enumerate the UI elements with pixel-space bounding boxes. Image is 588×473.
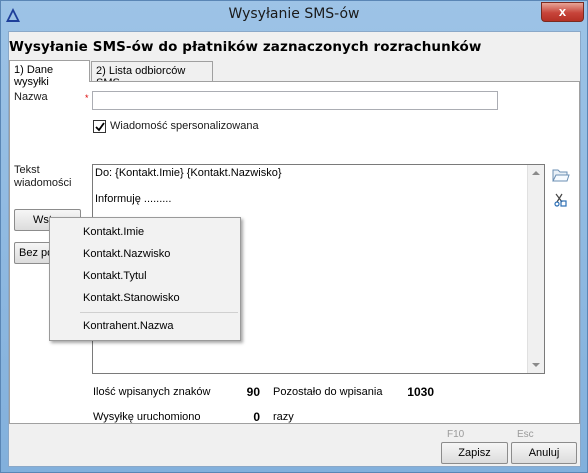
- vertical-scrollbar[interactable]: [527, 165, 544, 373]
- chars-count-label: Ilość wpisanych znaków: [93, 386, 211, 398]
- personalized-checkbox[interactable]: [93, 120, 106, 133]
- checkmark-icon: [95, 122, 105, 132]
- save-hotkey: F10: [447, 429, 465, 440]
- message-line: Informuję .........: [95, 193, 172, 205]
- name-label: Nazwa: [14, 91, 48, 103]
- message-label: Tekst wiadomości: [14, 164, 72, 189]
- tab-lista-odbiorcow[interactable]: 2) Lista odbiorców SMS: [91, 61, 213, 89]
- required-marker: *: [85, 93, 89, 103]
- sent-suffix: razy: [273, 411, 294, 423]
- remaining-value: 1030: [407, 385, 434, 399]
- page-title: Wysyłanie SMS-ów do płatników zaznaczony…: [9, 39, 482, 55]
- name-input[interactable]: [92, 91, 498, 110]
- insert-field-menu: Kontakt.Imie Kontakt.Nazwisko Kontakt.Ty…: [49, 217, 241, 341]
- menu-item-kontakt-stanowisko[interactable]: Kontakt.Stanowisko: [50, 287, 240, 309]
- cancel-hotkey: Esc: [517, 429, 534, 440]
- sent-count-label: Wysyłkę uruchomiono: [93, 411, 201, 423]
- remaining-label: Pozostało do wpisania: [273, 386, 383, 398]
- sent-count-value: 0: [253, 410, 260, 424]
- menu-separator: [80, 312, 238, 313]
- scroll-down-icon[interactable]: [532, 363, 540, 367]
- tab-label: 1) Dane wysyłki: [14, 64, 54, 88]
- personalized-label: Wiadomość spersonalizowana: [110, 120, 259, 132]
- dialog-window: Wysyłanie SMS-ów x Wysyłanie SMS-ów do p…: [0, 0, 588, 473]
- attachment-icon[interactable]: [553, 192, 569, 208]
- window-title: Wysyłanie SMS-ów: [228, 6, 360, 22]
- save-button[interactable]: Zapisz: [441, 442, 508, 464]
- chars-count-value: 90: [246, 385, 260, 399]
- message-line: Do: {Kontakt.Imie} {Kontakt.Nazwisko}: [95, 167, 282, 179]
- menu-item-kontakt-tytul[interactable]: Kontakt.Tytul: [50, 265, 240, 287]
- tab-dane-wysylki[interactable]: 1) Dane wysyłki: [9, 60, 90, 88]
- menu-item-kontrahent-nazwa[interactable]: Kontrahent.Nazwa: [50, 315, 240, 337]
- cancel-button[interactable]: Anuluj: [511, 442, 577, 464]
- title-bar[interactable]: Wysyłanie SMS-ów x: [1, 1, 587, 31]
- menu-item-kontakt-nazwisko[interactable]: Kontakt.Nazwisko: [50, 243, 240, 265]
- close-button[interactable]: x: [541, 2, 584, 22]
- menu-item-kontakt-imie[interactable]: Kontakt.Imie: [50, 221, 240, 243]
- scroll-up-icon[interactable]: [532, 171, 540, 175]
- close-icon: x: [558, 4, 567, 19]
- folder-open-icon[interactable]: [552, 168, 570, 183]
